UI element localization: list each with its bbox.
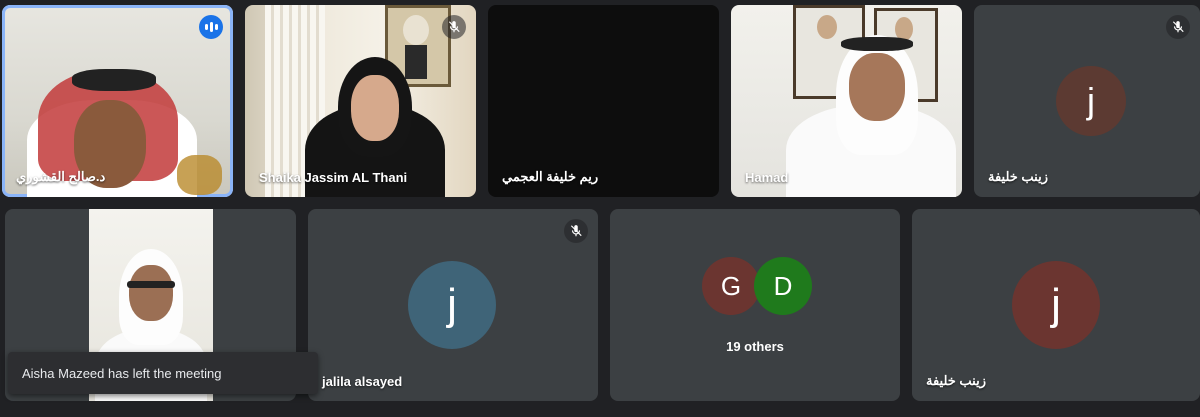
mic-muted-icon (564, 219, 588, 243)
participant-tile-7[interactable]: j jalila alsayed (308, 209, 598, 401)
avatar-initial: j (1051, 280, 1061, 329)
others-count: 19 others (726, 339, 784, 354)
participant-name: jalila alsayed (322, 374, 403, 389)
participant-name: زينب خليفة (926, 373, 987, 388)
toast-message: Aisha Mazeed has left the meeting (22, 365, 222, 381)
avatar-initial: G (720, 270, 742, 301)
participant-video (731, 5, 962, 197)
participant-tile-9[interactable]: j زينب خليفة (912, 209, 1200, 401)
participant-avatar: j (1056, 66, 1126, 136)
participant-tile-2[interactable]: Shaika Jassim AL Thani (245, 5, 476, 197)
avatar-initial: j (447, 280, 457, 329)
participant-avatar: j (1012, 261, 1100, 349)
mic-muted-icon (442, 15, 466, 39)
participant-tile-1[interactable]: د.صالح القشوري (2, 5, 233, 197)
others-avatar-g: G (702, 257, 760, 315)
left-meeting-toast: Aisha Mazeed has left the meeting (8, 352, 318, 394)
participant-name: Hamad (745, 170, 789, 185)
participant-avatar: j (408, 261, 496, 349)
others-avatar-d: D (754, 257, 812, 315)
others-tile[interactable]: G D 19 others (610, 209, 900, 401)
participant-name: د.صالح القشوري (16, 169, 106, 184)
participant-name: ريم خليفة العجمي (502, 169, 599, 184)
participant-tile-3[interactable]: ريم خليفة العجمي (488, 5, 719, 197)
participant-video (245, 5, 476, 197)
participant-name: زينب خليفة (988, 169, 1049, 184)
avatar-initial: D (773, 270, 793, 301)
mic-muted-icon (1166, 15, 1190, 39)
avatar-initial: j (1087, 80, 1095, 121)
participant-tile-4[interactable]: Hamad (731, 5, 962, 197)
participant-tile-5[interactable]: j زينب خليفة (974, 5, 1200, 197)
speaking-indicator-icon (199, 15, 223, 39)
participant-name: Shaika Jassim AL Thani (259, 170, 408, 185)
